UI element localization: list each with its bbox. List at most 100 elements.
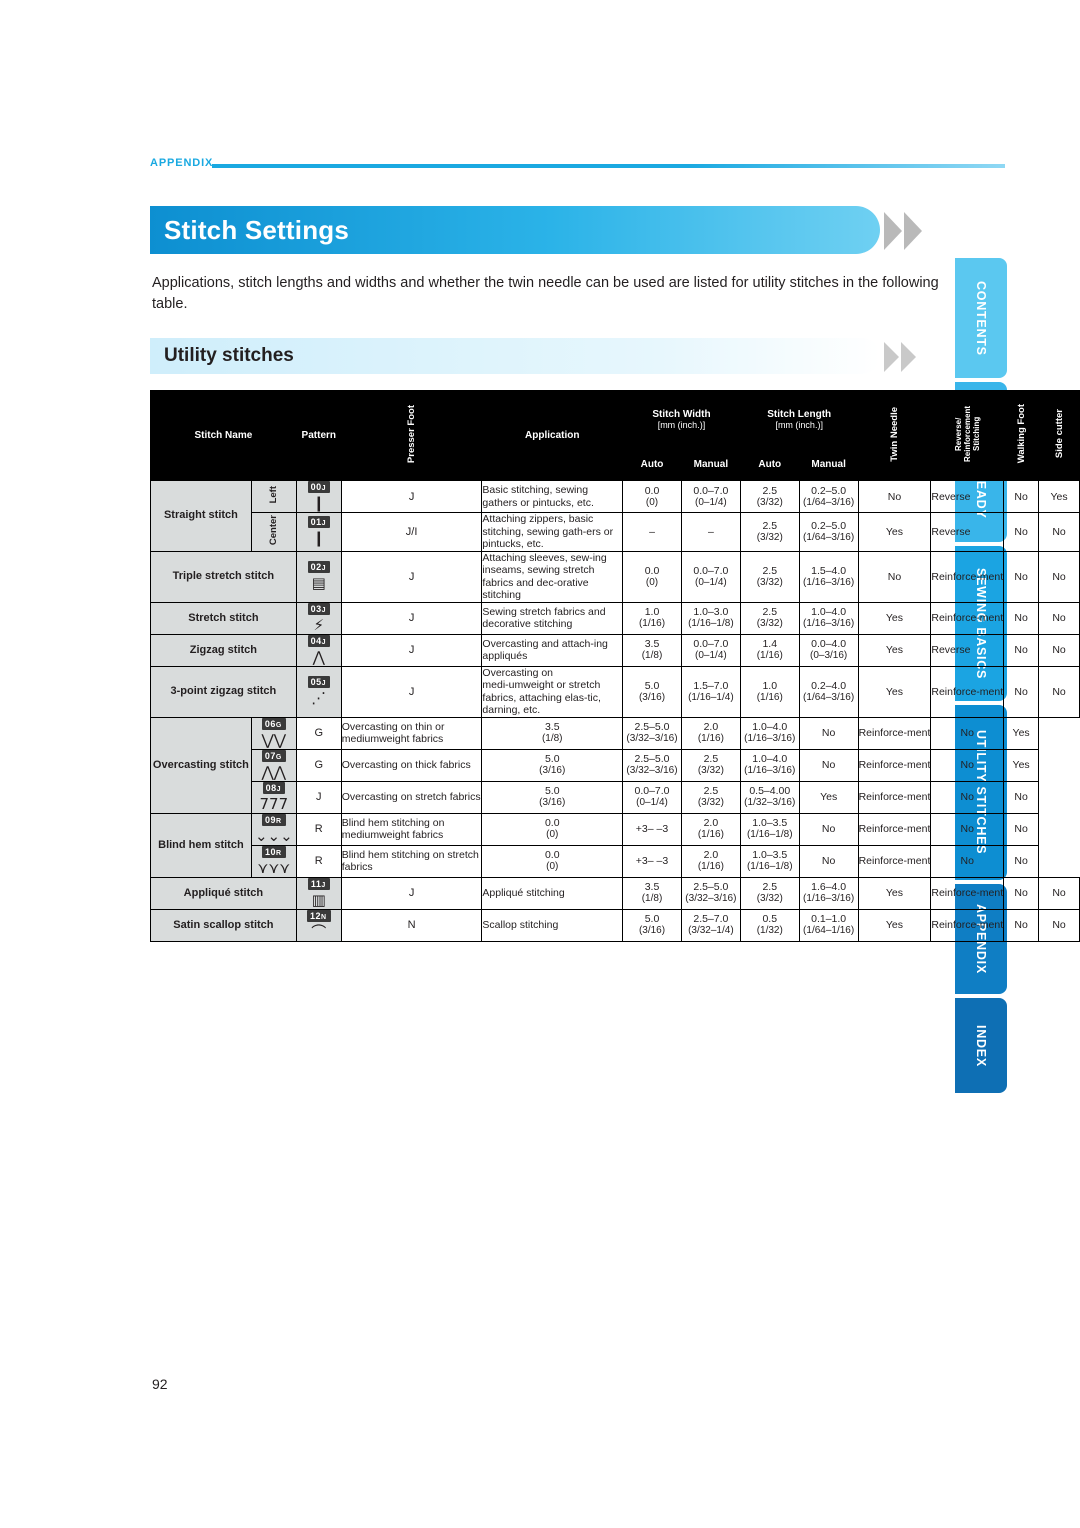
- cell-side-cutter: No: [1038, 633, 1080, 667]
- cell-l-auto: 2.5 (3/32): [680, 748, 741, 782]
- cell-stitch-name: Zigzag stitch: [150, 633, 297, 667]
- table-row: Straight stitch Left 00J ❙ J Basic stitching,…: [150, 480, 1080, 552]
- cell-walking-foot: No: [1003, 601, 1040, 635]
- pattern-code: 03J: [307, 602, 330, 615]
- cell-l-auto: 2.0 (1/16): [680, 844, 741, 878]
- cell-l-auto: 2.0 (1/16): [680, 812, 741, 846]
- value-sub: (0–1/4): [695, 650, 727, 661]
- cell-side-cutter: Yes: [1003, 716, 1040, 750]
- cell-side-cutter: No: [1003, 844, 1040, 878]
- table-row: Blind hem stitch 09R ⌄⌄⌄ R Blind hem stitchi…: [150, 812, 1080, 878]
- value-sub: (1/32–3/16): [744, 797, 796, 808]
- value-sub: (1/8): [641, 650, 663, 661]
- th-application: Application: [481, 390, 624, 481]
- pattern-glyph: ⋰: [311, 689, 327, 707]
- value-main: 2.5–5.0: [634, 753, 670, 765]
- th-length-auto: Auto: [739, 448, 800, 481]
- cell-l-auto: 2.5 (3/32): [739, 512, 800, 552]
- cell-reverse: Reinforce‑ment: [857, 812, 932, 846]
- table-row: Center 01J ❙ J/I Attaching zippers, basic st…: [151, 512, 1080, 552]
- pattern-glyph: ▤: [311, 574, 326, 592]
- pattern-code: 04J: [307, 634, 330, 647]
- cell-reverse: Reinforce‑ment: [930, 550, 1005, 603]
- table-row: 3-point zigzag stitch 05J ⋰ J Overcasting on…: [150, 665, 1080, 718]
- cell-application: Overcasting on thin or mediumweight fabr…: [340, 716, 483, 750]
- th-stitch-length: Stitch Length [mm (inch.)]: [739, 389, 859, 450]
- value-sub: (1/64–3/16): [803, 531, 855, 543]
- side-tab-label: CONTENTS: [974, 280, 988, 356]
- pattern-glyph: ⋁⋁: [261, 730, 287, 749]
- value-main: 3.5: [544, 721, 560, 733]
- value-sub: (3/32–1/4): [688, 925, 734, 936]
- double-chevron-small-icon: [884, 342, 930, 372]
- cell-l-auto: 2.5 (3/32): [680, 780, 741, 814]
- cell-walking-foot: No: [1003, 633, 1040, 667]
- value-main: 2.0: [703, 849, 719, 861]
- table-row: 07G ⋀⋀ G Overcasting on thick fabrics 5.0 (3/…: [151, 748, 1080, 782]
- cell-pattern: 01J ❙: [295, 512, 342, 552]
- value-main: 0.0: [644, 484, 660, 497]
- cell-stitch-sub: Center: [268, 514, 280, 545]
- cell-twin-needle: No: [798, 844, 859, 878]
- value-sub: (3/32): [756, 576, 783, 588]
- cell-w-manual: 2.5–7.0 (3/32–1/4): [680, 908, 741, 942]
- cell-stitch-name: Triple stretch stitch: [150, 550, 297, 603]
- pattern-code: 00J: [307, 481, 330, 493]
- cell-reverse: Reinforce‑ment: [857, 748, 932, 782]
- cell-stitch-name: Satin scallop stitch: [150, 908, 297, 942]
- cell-presser-foot: G: [295, 716, 342, 750]
- value-sub: (1/16–1/8): [746, 829, 793, 840]
- cell-application: Overcasting on medi‑umweight or stretch …: [481, 665, 624, 718]
- cell-w-auto: 3.5 (1/8): [622, 633, 682, 667]
- cell-side-cutter: No: [1003, 780, 1040, 814]
- value-main: 0.0: [644, 564, 660, 577]
- value-sub: (1/16): [756, 691, 783, 703]
- cell-l-auto: 2.5 (3/32): [739, 550, 800, 603]
- cell-l-auto: 1.0 (1/16): [739, 665, 800, 718]
- value-main: 1.0: [644, 606, 660, 618]
- th-stitch-name: Stitch Name: [150, 390, 297, 481]
- cell-side-cutter: No: [1038, 550, 1080, 603]
- cell-presser-foot: N: [340, 908, 483, 942]
- value-sub: (3/32): [697, 765, 724, 776]
- side-tab-contents[interactable]: CONTENTS: [955, 258, 1007, 378]
- value-main: 1.0: [762, 679, 778, 692]
- cell-w-auto: 0.0 (0): [622, 550, 682, 603]
- table-row: Stretch stitch 03J ⚡ J Sewing stretch fabric…: [150, 601, 1080, 635]
- cell-twin-needle: Yes: [857, 601, 932, 635]
- value-main: 0.0–7.0: [693, 638, 729, 650]
- cell-pattern: 12N ⌒: [295, 908, 342, 942]
- cell-l-manual: 0.5–4.00 (1/32–3/16): [739, 780, 800, 814]
- th-reverse: Reverse/ Reinforcement Stitching: [953, 406, 981, 463]
- value-main: 1.4: [762, 638, 778, 650]
- cell-pattern: 03J ⚡: [295, 601, 342, 635]
- side-tab-index[interactable]: INDEX: [955, 998, 1007, 1093]
- cell-pattern: 02J ▤: [295, 550, 342, 603]
- document-page: APPENDIX Stitch Settings Applications, s…: [0, 0, 1080, 1528]
- value-main: 0.2–5.0: [811, 484, 847, 497]
- cell-stitch-name: Straight stitch: [150, 480, 252, 552]
- cell-application: Appliqué stitching: [481, 876, 624, 910]
- cell-w-manual: +3– –3: [622, 812, 682, 846]
- value-main: 0.5: [762, 913, 778, 925]
- pattern-glyph: ⌒: [311, 922, 327, 941]
- value-sub: (1/64–3/16): [803, 496, 855, 508]
- side-tab-label: INDEX: [974, 1024, 988, 1067]
- cell-application: Overcasting on thick fabrics: [340, 748, 483, 782]
- value-main: –: [649, 525, 655, 538]
- cell-side-cutter: No: [1038, 601, 1080, 635]
- table-row: 10R ⋎⋎⋎ R Blind hem stitching on stretch fa…: [151, 844, 1080, 878]
- cell-l-manual: 1.0–4.0 (1/16–3/16): [798, 601, 859, 635]
- value-sub: (1/16–3/16): [744, 733, 796, 744]
- cell-application: Attaching zippers, basic stitching, sewi…: [481, 512, 624, 552]
- value-sub: (0): [546, 829, 559, 840]
- cell-stitch-sub: Left: [268, 485, 280, 504]
- value-main: 2.5: [703, 753, 719, 765]
- pattern-glyph: ▥: [311, 890, 326, 909]
- pattern-glyph: ❙: [312, 494, 326, 512]
- value-main: 1.0–3.5: [752, 849, 788, 861]
- cell-w-manual: 1.0–3.0 (1/16–1/8): [680, 601, 741, 635]
- value-sub: (1/16–3/16): [803, 893, 855, 904]
- value-main: +3– –3: [635, 823, 669, 835]
- value-main: 0.0–7.0: [634, 785, 670, 797]
